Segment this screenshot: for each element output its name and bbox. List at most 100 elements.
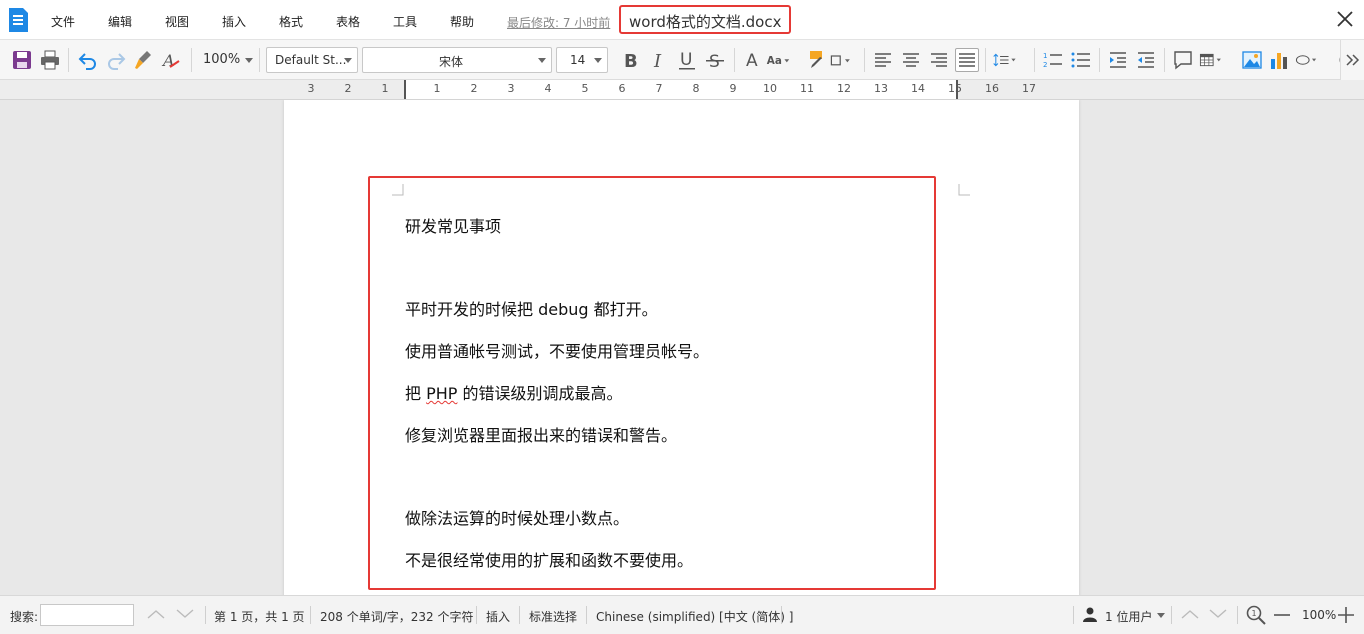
ruler-tick-label: 6 (618, 82, 626, 95)
svg-text:I: I (653, 51, 662, 71)
status-separator (205, 606, 206, 624)
chevron-up-icon[interactable] (1180, 607, 1200, 621)
indent-increase-icon[interactable] (1106, 48, 1130, 72)
search-input[interactable] (40, 604, 134, 626)
left-margin-marker[interactable] (404, 80, 406, 99)
menubar: 文件 编辑 视图 插入 格式 表格 工具 帮助 最后修改: 7 小时前 word… (0, 0, 1364, 40)
style-select-value: Default St... (275, 53, 347, 67)
insert-mode[interactable]: 插入 (486, 608, 510, 625)
svg-text:A: A (161, 51, 175, 70)
document-title[interactable]: word格式的文档.docx (619, 5, 791, 34)
word-count[interactable]: 208 个单词/字，232 个字符 (320, 608, 473, 625)
table-icon[interactable] (1199, 48, 1223, 72)
double-chevron-right-icon (1346, 54, 1360, 66)
toolbar-separator (864, 48, 865, 72)
svg-text:A: A (746, 51, 758, 71)
align-left-icon[interactable] (871, 48, 895, 72)
svg-text:1: 1 (1252, 609, 1257, 618)
svg-text:U: U (680, 50, 692, 70)
save-icon[interactable] (10, 48, 34, 72)
print-icon[interactable] (38, 48, 62, 72)
strikethrough-icon[interactable]: S (703, 48, 727, 72)
paragraph[interactable]: 做除法运算的时候处理小数点。 (405, 505, 629, 529)
font-size-select[interactable]: 14 (556, 47, 608, 73)
chevron-down-icon[interactable] (245, 58, 253, 63)
zoom-fit-icon[interactable]: 1 (1245, 604, 1267, 626)
bullet-list-icon[interactable] (1069, 48, 1093, 72)
indent-decrease-icon[interactable] (1134, 48, 1158, 72)
toolbar-separator (259, 48, 260, 72)
ruler-tick-label: 12 (837, 82, 851, 95)
toolbar-separator (734, 48, 735, 72)
menu-table[interactable]: 表格 (336, 13, 360, 30)
ruler-tick-label: 13 (874, 82, 888, 95)
menu-format[interactable]: 格式 (279, 13, 303, 30)
last-modified-link[interactable]: 最后修改: 7 小时前 (507, 14, 610, 31)
paragraph-heading[interactable]: 研发常见事项 (405, 213, 501, 237)
paragraph[interactable]: 把 PHP 的错误级别调成最高。 (405, 380, 623, 404)
spellcheck-word[interactable]: PHP (426, 384, 457, 403)
undo-icon[interactable] (76, 48, 100, 72)
zoom-in-icon[interactable] (1336, 606, 1356, 624)
comment-icon[interactable] (1171, 48, 1195, 72)
border-icon[interactable] (829, 48, 853, 72)
zoom-level: 100% (1302, 608, 1337, 622)
menu-help[interactable]: 帮助 (450, 13, 474, 30)
svg-text:1: 1 (1043, 52, 1047, 60)
menu-view[interactable]: 视图 (165, 13, 189, 30)
chart-icon[interactable] (1267, 48, 1291, 72)
italic-icon[interactable]: I (647, 48, 671, 72)
menu-insert[interactable]: 插入 (222, 13, 246, 30)
font-case-icon[interactable]: Aa (766, 48, 790, 72)
chevron-up-icon[interactable] (146, 607, 166, 621)
chevron-down-icon[interactable] (1157, 613, 1165, 618)
close-icon[interactable] (1334, 8, 1356, 30)
page-info: 第 1 页，共 1 页 (214, 610, 305, 624)
underline-icon[interactable]: U (675, 48, 699, 72)
toolbar-overflow-button[interactable] (1340, 40, 1364, 80)
paragraph-text: 的错误级别调成最高。 (457, 384, 623, 403)
numbered-list-icon[interactable]: 12 (1041, 48, 1065, 72)
menu-edit[interactable]: 编辑 (108, 13, 132, 30)
ruler-tick-label: 17 (1022, 82, 1036, 95)
selection-mode[interactable]: 标准选择 (529, 608, 577, 625)
align-right-icon[interactable] (927, 48, 951, 72)
zoom-select[interactable]: 100% (203, 52, 240, 67)
align-justify-icon[interactable] (955, 48, 979, 72)
toolbar-separator (1034, 48, 1035, 72)
ruler-tick-label: 9 (729, 82, 737, 95)
ruler-tick-label: 8 (692, 82, 700, 95)
menu-file[interactable]: 文件 (51, 13, 75, 30)
bold-icon[interactable]: B (619, 48, 643, 72)
document-page[interactable]: 研发常见事项 平时开发的时候把 debug 都打开。 使用普通帐号测试，不要使用… (284, 100, 1079, 595)
line-spacing-icon[interactable] (993, 48, 1017, 72)
font-select[interactable]: 宋体 (362, 47, 552, 73)
horizontal-ruler[interactable]: 3 2 1 1 2 3 4 5 6 7 8 9 10 11 12 13 14 15 16 17 (0, 80, 1364, 100)
paragraph[interactable]: 平时开发的时候把 debug 都打开。 (405, 296, 658, 320)
ruler-tick-label: 7 (655, 82, 663, 95)
language[interactable]: Chinese (simplified) [中文 (简体) ] (596, 608, 793, 625)
image-icon[interactable] (1240, 48, 1264, 72)
status-separator (476, 606, 477, 624)
font-color-icon[interactable]: A (741, 48, 765, 72)
highlight-icon[interactable] (805, 48, 829, 72)
svg-text:B: B (624, 51, 638, 71)
ruler-tick-label: 5 (581, 82, 589, 95)
paragraph[interactable]: 修复浏览器里面报出来的错误和警告。 (405, 422, 677, 446)
clear-format-icon[interactable]: A (159, 48, 183, 72)
format-painter-icon[interactable] (131, 48, 155, 72)
right-margin-marker[interactable] (956, 80, 958, 99)
style-select[interactable]: Default St... (266, 47, 358, 73)
align-center-icon[interactable] (899, 48, 923, 72)
user-count[interactable]: 1 位用户 (1105, 608, 1152, 625)
menu-tools[interactable]: 工具 (393, 13, 417, 30)
shape-icon[interactable] (1295, 48, 1319, 72)
paragraph[interactable]: 不是很经常使用的扩展和函数不要使用。 (405, 547, 693, 571)
chevron-down-icon[interactable] (1208, 607, 1228, 621)
chevron-down-icon (594, 58, 602, 63)
zoom-out-icon[interactable] (1272, 606, 1292, 624)
paragraph[interactable]: 使用普通帐号测试，不要使用管理员帐号。 (405, 338, 709, 362)
redo-icon[interactable] (104, 48, 128, 72)
font-select-value: 宋体 (439, 55, 464, 69)
chevron-down-icon[interactable] (175, 607, 195, 621)
